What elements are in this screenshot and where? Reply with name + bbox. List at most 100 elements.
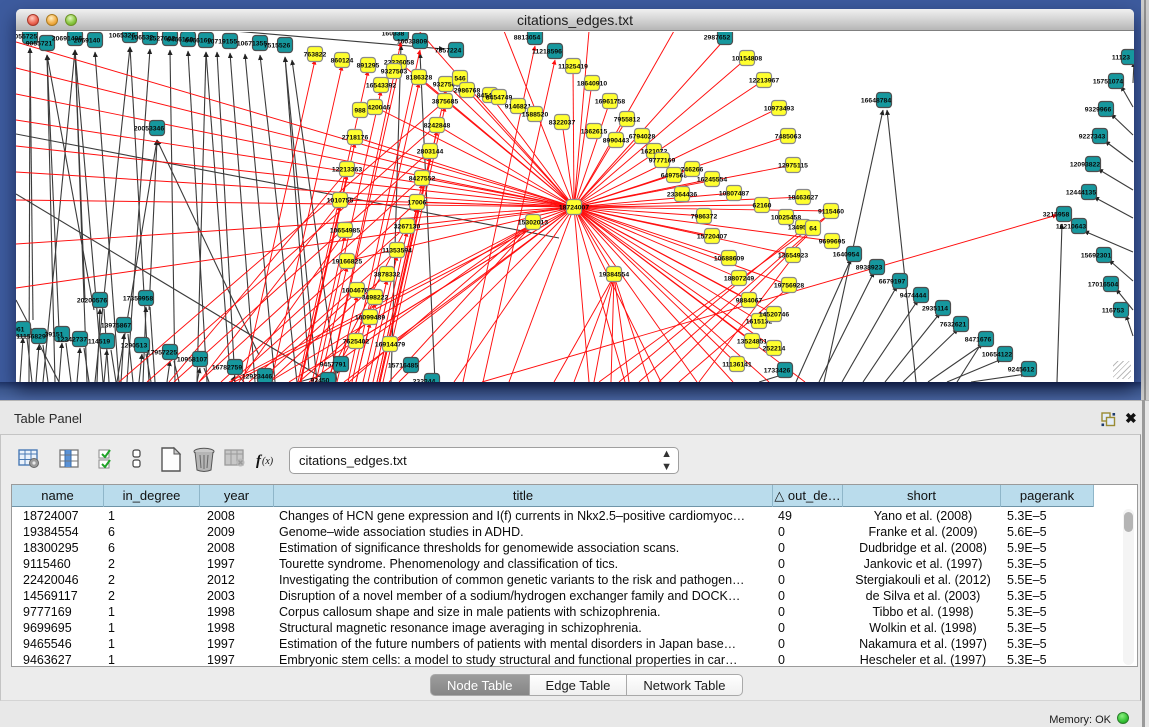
svg-text:8990443: 8990443	[603, 137, 630, 144]
svg-text:11353594: 11353594	[382, 247, 412, 254]
svg-text:13975867: 13975867	[101, 322, 131, 329]
svg-text:10671355: 10671355	[237, 40, 267, 47]
svg-text:18463627: 18463627	[788, 194, 818, 201]
svg-text:10688609: 10688609	[714, 255, 744, 262]
svg-text:12213967: 12213967	[749, 77, 779, 84]
svg-text:17957225: 17957225	[147, 349, 177, 356]
svg-text:16245554: 16245554	[697, 176, 727, 183]
svg-text:11123: 11123	[1112, 54, 1130, 61]
svg-text:16210643: 16210643	[1056, 223, 1086, 230]
svg-text:24055725: 24055725	[16, 33, 37, 40]
svg-text:16543392: 16543392	[366, 82, 396, 89]
svg-text:19384554: 19384554	[599, 271, 629, 278]
svg-text:1640954: 1640954	[833, 251, 860, 258]
svg-text:15720407: 15720407	[697, 233, 727, 240]
svg-text:1290513: 1290513	[121, 342, 148, 349]
svg-text:891295: 891295	[357, 62, 380, 69]
svg-text:6679197: 6679197	[879, 278, 906, 285]
svg-text:2987652: 2987652	[704, 34, 731, 41]
svg-text:12975115: 12975115	[778, 162, 808, 169]
svg-text:12213363: 12213363	[332, 166, 362, 173]
svg-text:9777169: 9777169	[649, 157, 676, 164]
svg-text:(x): (x)	[262, 456, 274, 467]
svg-text:1010755: 1010755	[327, 197, 354, 204]
svg-text:9457791: 9457791	[320, 361, 347, 368]
svg-text:16099489: 16099489	[355, 314, 385, 321]
svg-text:15302013: 15302013	[518, 219, 548, 226]
svg-text:11156829: 11156829	[16, 333, 46, 340]
svg-text:160338: 160338	[382, 32, 405, 37]
svg-text:17359958: 17359958	[123, 295, 153, 302]
svg-text:19756928: 19756928	[774, 282, 804, 289]
svg-text:7986372: 7986372	[691, 213, 718, 220]
svg-text:2935114: 2935114	[922, 305, 948, 312]
svg-text:7485063: 7485063	[775, 133, 802, 140]
svg-text:2069140: 2069140	[74, 37, 101, 44]
svg-text:17006: 17006	[408, 199, 427, 206]
svg-text:8242848: 8242848	[424, 122, 451, 129]
svg-text:19166825: 19166825	[332, 258, 362, 265]
svg-text:10719155: 10719155	[207, 38, 237, 45]
svg-text:114519: 114519	[88, 338, 111, 345]
svg-text:8454749: 8454749	[486, 94, 513, 101]
svg-text:9474444: 9474444	[900, 292, 927, 299]
svg-text:18640910: 18640910	[577, 80, 607, 87]
svg-text:232344: 232344	[413, 378, 436, 382]
svg-text:2803144: 2803144	[417, 148, 444, 155]
svg-text:14520746: 14520746	[759, 311, 789, 318]
svg-text:16648784: 16648784	[861, 97, 891, 104]
svg-text:9055721: 9055721	[26, 40, 53, 47]
svg-text:9115460: 9115460	[818, 208, 844, 215]
svg-text:10154808: 10154808	[732, 55, 762, 62]
svg-text:10807487: 10807487	[719, 190, 749, 197]
svg-text:860124: 860124	[331, 57, 354, 64]
svg-text:62160: 62160	[753, 202, 772, 209]
svg-text:116753: 116753	[1102, 307, 1125, 314]
svg-text:16961758: 16961758	[595, 98, 625, 105]
svg-text:252214: 252214	[763, 345, 786, 352]
svg-text:7515526: 7515526	[264, 42, 291, 49]
svg-text:9699695: 9699695	[819, 238, 846, 245]
svg-text:16033809: 16033809	[397, 38, 427, 45]
svg-text:3878332: 3878332	[374, 271, 401, 278]
svg-text:20200576: 20200576	[77, 297, 107, 304]
svg-text:2718176: 2718176	[342, 134, 369, 141]
svg-text:15692301: 15692301	[1081, 252, 1111, 259]
svg-text:15716485: 15716485	[388, 362, 418, 369]
svg-text:12093822: 12093822	[1070, 161, 1100, 168]
svg-text:746266: 746266	[681, 166, 704, 173]
svg-text:10958107: 10958107	[177, 356, 207, 363]
svg-text:6497568: 6497568	[661, 172, 688, 179]
svg-text:9245612: 9245612	[1008, 366, 1035, 373]
svg-text:10973493: 10973493	[764, 105, 794, 112]
svg-text:7955812: 7955812	[614, 116, 641, 123]
svg-text:8186328: 8186328	[406, 74, 433, 81]
svg-text:12923446: 12923446	[242, 373, 272, 380]
svg-text:9227343: 9227343	[1079, 133, 1106, 140]
svg-text:20053346: 20053346	[134, 125, 164, 132]
svg-text:3215958: 3215958	[1043, 211, 1070, 218]
svg-text:15751074: 15751074	[1093, 78, 1123, 85]
svg-text:9329966: 9329966	[1085, 106, 1112, 113]
svg-text:10654985: 10654985	[330, 227, 360, 234]
svg-text:1588520: 1588520	[522, 111, 549, 118]
svg-text:92450: 92450	[311, 377, 330, 382]
svg-text:6794028: 6794028	[629, 133, 656, 140]
svg-text:546: 546	[454, 75, 466, 82]
svg-text:3875685: 3875685	[432, 98, 459, 105]
svg-text:988: 988	[354, 107, 366, 114]
svg-text:45061: 45061	[16, 326, 25, 333]
svg-text:8938923: 8938923	[856, 264, 883, 271]
svg-text:7857224: 7857224	[435, 47, 462, 54]
svg-text:1362615: 1362615	[581, 128, 608, 135]
svg-text:18724007: 18724007	[559, 204, 589, 211]
svg-text:11218596: 11218596	[532, 48, 562, 55]
svg-text:16914479: 16914479	[375, 341, 405, 348]
svg-text:8427552: 8427552	[409, 175, 436, 182]
svg-text:23364436: 23364436	[667, 191, 697, 198]
svg-text:3267130: 3267130	[394, 223, 421, 230]
svg-text:11325419: 11325419	[558, 63, 588, 70]
svg-text:13654923: 13654923	[778, 252, 808, 259]
svg-text:3498222: 3498222	[362, 294, 389, 301]
svg-text:8471676: 8471676	[965, 336, 992, 343]
